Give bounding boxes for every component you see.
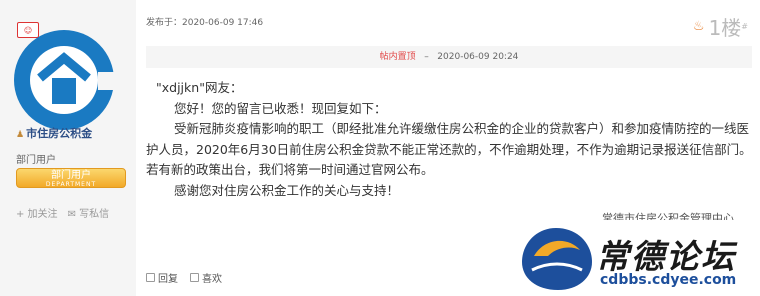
department-signature: 常德市住房公积金管理中心 <box>602 212 734 220</box>
flame-icon: ♨ <box>692 19 705 34</box>
reply-label: 回复 <box>158 274 178 285</box>
greeting-line: "xdjjkn"网友： <box>156 80 243 95</box>
review-sep: – <box>424 52 429 62</box>
badge-main: 部门用户 <box>51 170 91 181</box>
pin-icon: ♟ <box>16 130 25 140</box>
avatar[interactable] <box>12 28 116 132</box>
user-group: 部门用户 <box>16 155 56 166</box>
badge-sub: DEPARTMENT <box>45 181 97 188</box>
watermark-emblem <box>522 228 592 290</box>
message-label: 写私信 <box>79 209 110 220</box>
floor-label: 1楼 <box>708 16 742 40</box>
reply-icon <box>146 273 155 282</box>
group-badge: 部门用户 DEPARTMENT <box>16 168 126 188</box>
author-label[interactable]: 市住房公积金 <box>26 127 92 140</box>
watermark-url: cdbbs.cdyee.com <box>600 272 737 288</box>
reply-button[interactable]: 回复 <box>146 270 178 285</box>
floor-mark: # <box>741 22 748 31</box>
review-date: 2020-06-09 20:24 <box>437 52 519 62</box>
sidebar-actions: + 加关注 ✉ 写私信 <box>16 205 109 220</box>
reply-thanks: 感谢您对住房公积金工作的关心与支持！ <box>174 182 400 198</box>
like-icon <box>190 273 199 282</box>
message-button[interactable]: ✉ 写私信 <box>68 205 110 220</box>
like-label: 喜欢 <box>202 274 222 285</box>
floor-number[interactable]: ♨ 1楼 # <box>693 12 748 41</box>
post-content: "xdjjkn"网友： 您好！您的留言已收悉！现回复如下： 受新冠肺炎疫情影响的… <box>146 78 756 201</box>
watermark-title: 常德论坛 <box>596 237 736 276</box>
site-watermark: 常德论坛 cdbbs.cdyee.com <box>518 226 748 296</box>
post-actions: 回复 喜欢 <box>146 270 222 285</box>
user-sidebar: ☺ ♟ 市住房公积金 部门用户 部门用户 DEPARTMENT + 加关注 ✉ 写… <box>0 0 136 296</box>
sticky-tag[interactable]: 帖内置顶 <box>380 52 416 62</box>
review-info: 帖内置顶 – 2020-06-09 20:24 <box>146 46 752 68</box>
author-name[interactable]: ♟ 市住房公积金 <box>16 125 92 141</box>
reply-body: 受新冠肺炎疫情影响的职工（即经批准允许缓缴住房公积金的企业的贷款客户）和参加疫情… <box>146 121 752 177</box>
reply-intro: 您好！您的留言已收悉！现回复如下： <box>174 100 387 116</box>
like-button[interactable]: 喜欢 <box>190 270 222 285</box>
follow-button[interactable]: + 加关注 <box>16 205 58 220</box>
post-time: 发布于：2020-06-09 17:46 <box>146 18 264 28</box>
